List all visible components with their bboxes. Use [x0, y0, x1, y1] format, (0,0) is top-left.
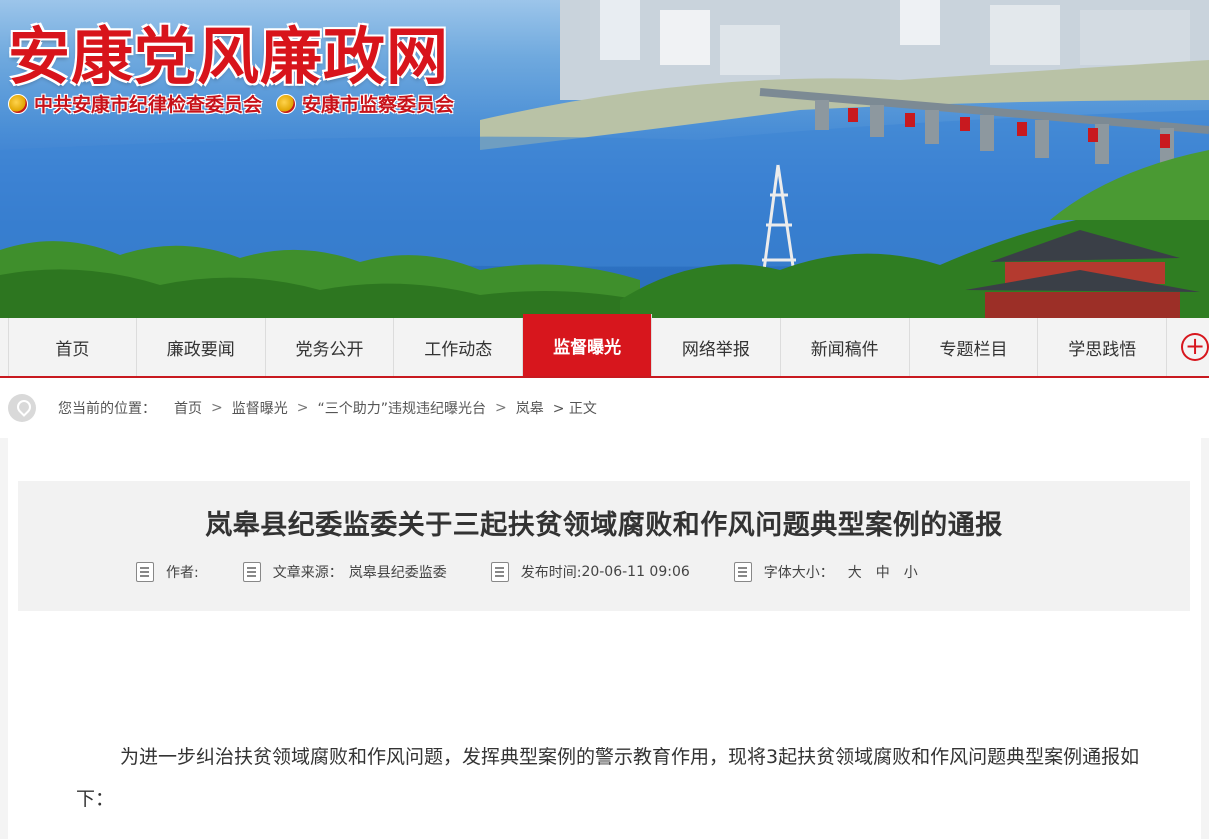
nav-item-study-practice[interactable]: 学思践悟 — [1038, 318, 1168, 376]
breadcrumb-separator: > — [494, 400, 507, 416]
font-size-medium-button[interactable]: 中 — [876, 562, 890, 582]
breadcrumb-link-exposure-board[interactable]: “三个助力”违规违纪曝光台 — [317, 398, 486, 418]
org-supervisory-commission: 安康市监察委员会 — [276, 90, 454, 117]
location-pin-icon — [8, 394, 36, 422]
site-title: 安康党风廉政网 — [8, 20, 450, 93]
nav-item-home[interactable]: 首页 — [8, 318, 137, 376]
nav-more-button[interactable]: + — [1181, 333, 1209, 361]
meta-author-label: 作者: — [166, 565, 199, 581]
nav-item-supervision-exposure[interactable]: 监督曝光 — [523, 314, 652, 376]
article-header: 岚皋县纪委监委关于三起扶贫领域腐败和作风问题典型案例的通报 作者: 文章来源： … — [18, 481, 1190, 611]
document-icon — [490, 562, 509, 582]
nav-item-online-report[interactable]: 网络举报 — [652, 318, 781, 376]
site-banner: 安康党风廉政网 中共安康市纪律检查委员会 安康市监察委员会 — [0, 0, 1209, 318]
organization-names: 中共安康市纪律检查委员会 安康市监察委员会 — [8, 90, 454, 117]
document-icon — [136, 562, 154, 582]
national-emblem-icon — [276, 93, 297, 114]
meta-time-value: 20-06-11 09:06 — [581, 564, 690, 580]
breadcrumb-link-supervision[interactable]: 监督曝光 — [232, 398, 288, 418]
nav-item-clean-news[interactable]: 廉政要闻 — [137, 318, 266, 376]
breadcrumb: 您当前的位置： 首页 > 监督曝光 > “三个助力”违规违纪曝光台 > 岚皋 >… — [0, 378, 1209, 438]
meta-source-value: 岚皋县纪委监委 — [348, 565, 447, 581]
org-discipline-commission: 中共安康市纪律检查委员会 — [8, 90, 262, 117]
breadcrumb-separator: > — [296, 400, 309, 416]
article-paragraph: 为进一步纠治扶贫领域腐败和作风问题，发挥典型案例的警示教育作用，现将3起扶贫领域… — [76, 746, 1140, 810]
meta-publish-time: 发布时间: 20-06-11 09:06 — [490, 562, 690, 582]
meta-time-label: 发布时间: — [520, 565, 582, 581]
org-discipline-commission-label: 中共安康市纪律检查委员会 — [34, 94, 263, 116]
font-size-small-button[interactable]: 小 — [904, 562, 918, 582]
meta-font-size-label: 字体大小： — [763, 565, 834, 581]
breadcrumb-separator: > — [211, 400, 223, 416]
nav-item-news-drafts[interactable]: 新闻稿件 — [781, 318, 910, 376]
party-emblem-icon — [8, 93, 28, 114]
nav-item-work-updates[interactable]: 工作动态 — [394, 318, 524, 376]
document-icon — [733, 562, 752, 582]
meta-author: 作者: — [136, 562, 199, 582]
article-meta: 作者: 文章来源： 岚皋县纪委监委 发布时间: 20-06-11 09:06 字… — [18, 562, 1190, 582]
meta-source: 文章来源： 岚皋县纪委监委 — [242, 562, 447, 582]
meta-font-size: 字体大小： 大 中 小 — [733, 562, 918, 582]
font-size-large-button[interactable]: 大 — [848, 562, 862, 582]
content-area: 岚皋县纪委监委关于三起扶贫领域腐败和作风问题典型案例的通报 作者: 文章来源： … — [0, 438, 1209, 839]
document-icon — [242, 562, 261, 582]
nav-item-party-affairs[interactable]: 党务公开 — [266, 318, 395, 376]
main-nav: 首页 廉政要闻 党务公开 工作动态 监督曝光 网络举报 新闻稿件 专题栏目 学思… — [0, 314, 1209, 378]
meta-source-label: 文章来源： — [272, 565, 343, 581]
breadcrumb-link-home[interactable]: 首页 — [174, 398, 202, 418]
org-supervisory-commission-label: 安康市监察委员会 — [302, 94, 455, 116]
nav-item-special-topics[interactable]: 专题栏目 — [910, 318, 1039, 376]
breadcrumb-prefix: 您当前的位置： — [58, 401, 156, 417]
breadcrumb-link-langao[interactable]: 岚皋 — [516, 398, 544, 418]
article-container: 岚皋县纪委监委关于三起扶贫领域腐败和作风问题典型案例的通报 作者: 文章来源： … — [8, 438, 1201, 839]
article-title: 岚皋县纪委监委关于三起扶贫领域腐败和作风问题典型案例的通报 — [205, 510, 1003, 541]
breadcrumb-current: > 正文 — [552, 401, 597, 417]
